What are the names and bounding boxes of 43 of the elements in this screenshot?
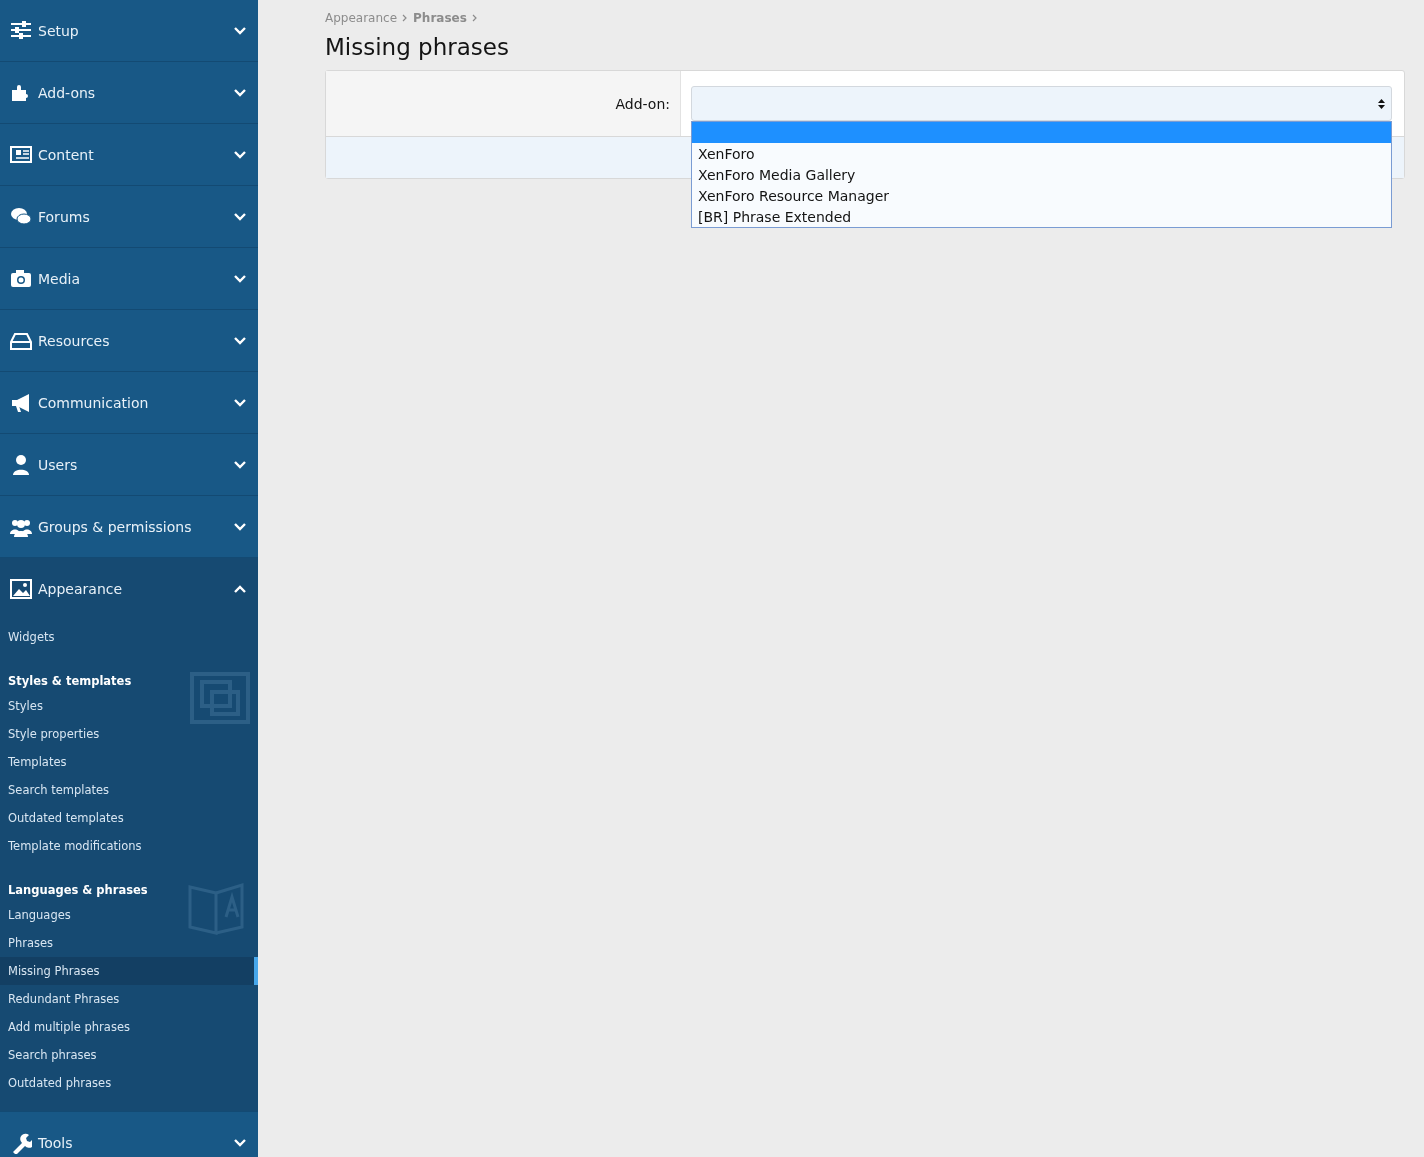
nav-link[interactable]: Templates bbox=[0, 748, 258, 776]
nav-group-heading: Languages & phrases bbox=[8, 883, 148, 897]
chevron-down-icon bbox=[234, 211, 246, 222]
newspaper-icon bbox=[10, 143, 32, 166]
sliders-icon bbox=[10, 19, 32, 42]
select-field[interactable] bbox=[691, 86, 1392, 121]
nav-link[interactable]: Search templates bbox=[0, 776, 258, 804]
nav-link[interactable]: Widgets bbox=[0, 623, 258, 651]
page-title: Missing phrases bbox=[325, 34, 510, 60]
megaphone-icon bbox=[10, 391, 32, 414]
chevron-right-icon bbox=[471, 14, 478, 22]
chevron-down-icon bbox=[234, 273, 246, 284]
dropdown-option[interactable] bbox=[692, 122, 1391, 143]
sort-arrows-icon bbox=[1378, 97, 1385, 110]
chevron-right-icon bbox=[402, 14, 409, 22]
chevron-down-icon bbox=[234, 1137, 246, 1148]
nav-group-heading: Styles & templates bbox=[8, 674, 132, 688]
chevron-down-icon bbox=[234, 149, 246, 160]
chevron-down-icon bbox=[234, 459, 246, 470]
chevron-down-icon bbox=[234, 335, 246, 346]
chevron-down-icon bbox=[234, 521, 246, 532]
chevron-down-icon bbox=[234, 397, 246, 408]
nav-link[interactable]: Outdated phrases bbox=[0, 1069, 258, 1097]
nav-link[interactable]: Style properties bbox=[0, 720, 258, 748]
chevron-up-icon bbox=[234, 583, 246, 594]
camera-icon bbox=[10, 267, 32, 290]
field-label: Add-on: bbox=[615, 95, 670, 112]
nav-link[interactable]: Search phrases bbox=[0, 1041, 258, 1069]
user-icon bbox=[10, 453, 32, 476]
nav-link[interactable]: Redundant Phrases bbox=[0, 985, 258, 1013]
dropdown-option[interactable]: XenForo Media Gallery bbox=[692, 164, 1391, 185]
chevron-down-icon bbox=[234, 87, 246, 98]
nav-link[interactable]: Languages bbox=[0, 901, 258, 929]
dropdown-option[interactable]: [BR] Phrase Extended bbox=[692, 206, 1391, 227]
nav-link[interactable]: Outdated templates bbox=[0, 804, 258, 832]
nav-link[interactable]: Template modifications bbox=[0, 832, 258, 860]
nav-link[interactable]: Phrases bbox=[0, 929, 258, 957]
chevron-down-icon bbox=[234, 25, 246, 36]
dropdown-option[interactable]: XenForo Resource Manager bbox=[692, 185, 1391, 206]
nav-link[interactable]: Add multiple phrases bbox=[0, 1013, 258, 1041]
image-icon bbox=[10, 577, 32, 600]
nav-link[interactable]: Styles bbox=[0, 692, 258, 720]
nav-link[interactable]: Missing Phrases bbox=[0, 957, 258, 985]
